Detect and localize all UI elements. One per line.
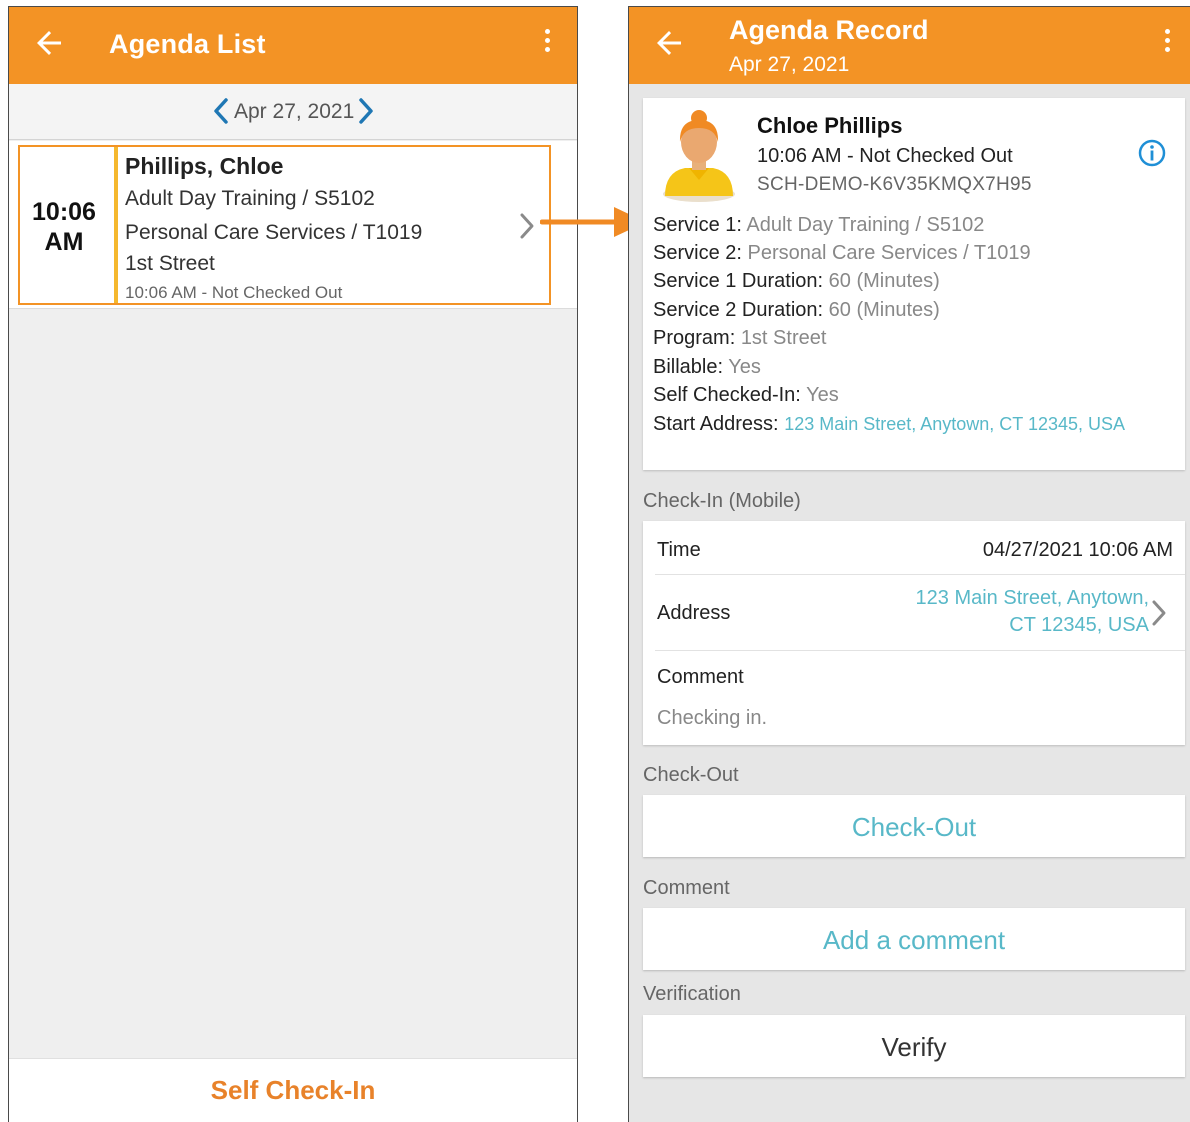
verify-button[interactable]: Verify (643, 1015, 1185, 1077)
field-service-1: Service 1: Adult Day Training / S5102 (653, 214, 985, 236)
back-arrow-icon[interactable] (651, 25, 687, 61)
client-name: Chloe Phillips (757, 113, 903, 138)
checkin-status: 10:06 AM - Not Checked Out (125, 283, 343, 302)
add-comment-button[interactable]: Add a comment (643, 908, 1185, 970)
agenda-time: 10:06 AM (32, 198, 96, 256)
checkin-address-link[interactable]: 123 Main Street, Anytown, CT 12345, USA (889, 585, 1149, 639)
address-label: Address (657, 602, 731, 624)
comment-label: Comment (657, 666, 744, 688)
divider (655, 574, 1185, 575)
page-subtitle: Apr 27, 2021 (729, 53, 850, 76)
chevron-right-icon[interactable] (1151, 599, 1167, 627)
field-service-2: Service 2: Personal Care Services / T101… (653, 242, 1031, 264)
checkout-section-label: Check-Out (643, 764, 739, 786)
accent-bar (114, 147, 118, 303)
field-start-address: Start Address: 123 Main Street, Anytown,… (653, 413, 1126, 435)
app-bar: Agenda List (9, 7, 577, 84)
checkin-card: Time 04/27/2021 10:06 AM Address 123 Mai… (643, 521, 1185, 745)
chevron-left-icon[interactable] (213, 98, 229, 124)
chevron-right-icon (520, 213, 534, 239)
start-address-link[interactable]: 123 Main Street, Anytown, CT 12345, USA (784, 414, 1125, 434)
field-program: Program: 1st Street (653, 327, 827, 349)
client-name: Phillips, Chloe (125, 153, 284, 179)
date-navigator: Apr 27, 2021 (9, 84, 577, 140)
checkin-section-label: Check-In (Mobile) (643, 490, 801, 512)
person-avatar-icon (663, 110, 735, 202)
more-vertical-icon[interactable] (1160, 29, 1174, 61)
agenda-record-screen: Agenda Record Apr 27, 2021 Chloe Phillip… (628, 6, 1190, 1122)
client-id: SCH-DEMO-K6V35KMQX7H95 (757, 174, 1032, 195)
agenda-list-screen: Agenda List Apr 27, 2021 10:06 AM Philli… (8, 6, 578, 1122)
time-value: 04/27/2021 10:06 AM (982, 539, 1173, 561)
service-1: Adult Day Training / S5102 (125, 187, 375, 210)
field-service-2-duration: Service 2 Duration: 60 (Minutes) (653, 299, 940, 321)
more-vertical-icon[interactable] (540, 29, 554, 61)
comment-value: Checking in. (657, 707, 768, 729)
app-bar: Agenda Record Apr 27, 2021 (629, 7, 1190, 84)
verification-section-label: Verification (643, 983, 741, 1005)
agenda-card[interactable]: 10:06 AM Phillips, Chloe Adult Day Train… (18, 145, 551, 305)
comment-section-label: Comment (643, 877, 730, 899)
page-title: Agenda List (109, 29, 266, 59)
service-2: Personal Care Services / T1019 (125, 221, 423, 244)
client-profile-card: Chloe Phillips 10:06 AM - Not Checked Ou… (643, 98, 1185, 470)
field-billable: Billable: Yes (653, 356, 761, 378)
back-arrow-icon[interactable] (31, 25, 67, 61)
agenda-list: 10:06 AM Phillips, Chloe Adult Day Train… (9, 141, 577, 309)
time-label: Time (657, 539, 701, 561)
page-title: Agenda Record (729, 15, 929, 45)
checkin-status: 10:06 AM - Not Checked Out (757, 145, 1013, 167)
current-date: Apr 27, 2021 (234, 100, 355, 123)
field-service-1-duration: Service 1 Duration: 60 (Minutes) (653, 270, 940, 292)
self-checkin-button[interactable]: Self Check-In (9, 1058, 577, 1122)
field-self-checked-in: Self Checked-In: Yes (653, 384, 839, 406)
program: 1st Street (125, 252, 215, 275)
check-out-button[interactable]: Check-Out (643, 795, 1185, 857)
info-circle-icon[interactable] (1137, 138, 1167, 168)
chevron-right-icon[interactable] (358, 98, 374, 124)
divider (655, 650, 1185, 651)
